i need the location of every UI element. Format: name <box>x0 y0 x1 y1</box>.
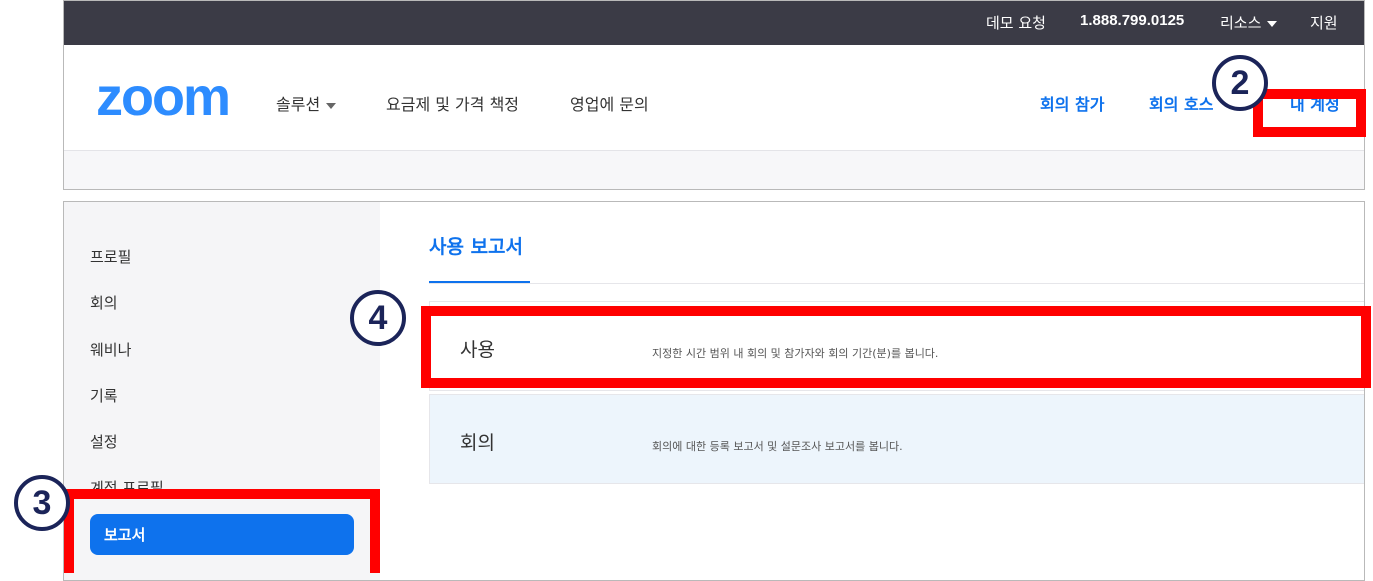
page-title[interactable]: 사용 보고서 <box>429 232 523 259</box>
step-3-badge: 3 <box>14 475 70 531</box>
demo-request-link[interactable]: 데모 요청 <box>986 12 1046 33</box>
phone-number-link[interactable]: 1.888.799.0125 <box>1080 12 1184 29</box>
contact-sales-link[interactable]: 영업에 문의 <box>570 91 649 115</box>
sidebar-item-settings[interactable]: 설정 <box>90 431 118 452</box>
resources-menu[interactable]: 리소스 <box>1220 12 1278 33</box>
highlight-box-usage <box>421 306 1371 388</box>
top-utility-bar: 데모 요청 1.888.799.0125 리소스 지원 <box>64 1 1364 45</box>
solutions-label: 솔루션 <box>276 95 321 114</box>
pricing-link[interactable]: 요금제 및 가격 책정 <box>386 91 519 115</box>
meeting-report-row[interactable]: 회의 회의에 대한 등록 보고서 및 설문조사 보고서를 봅니다. <box>429 394 1364 484</box>
zoom-header-frame: 데모 요청 1.888.799.0125 리소스 지원 zoom 솔루션 요금제… <box>63 0 1365 190</box>
support-link[interactable]: 지원 <box>1310 12 1338 33</box>
tab-divider <box>429 283 1364 284</box>
sidebar-item-meetings[interactable]: 회의 <box>90 292 118 313</box>
highlight-box-my-account <box>1253 89 1366 137</box>
solutions-menu[interactable]: 솔루션 <box>276 91 337 115</box>
meeting-report-description: 회의에 대한 등록 보고서 및 설문조사 보고서를 봅니다. <box>652 440 903 453</box>
highlight-box-reports <box>64 489 380 573</box>
main-navbar: zoom 솔루션 요금제 및 가격 책정 영업에 문의 회의 참가 회의 호스 … <box>64 45 1364 151</box>
host-meeting-link[interactable]: 회의 호스 <box>1149 91 1213 115</box>
step-2-badge: 2 <box>1212 55 1268 111</box>
meeting-report-name[interactable]: 회의 <box>460 428 495 455</box>
zoom-logo[interactable]: zoom <box>96 70 231 124</box>
sidebar-item-webinars[interactable]: 웨비나 <box>90 339 131 360</box>
sidebar-item-recordings[interactable]: 기록 <box>90 385 118 406</box>
sidebar-item-profile[interactable]: 프로필 <box>90 246 131 267</box>
chevron-down-icon <box>326 102 337 109</box>
chevron-down-icon <box>1267 20 1278 27</box>
join-meeting-link[interactable]: 회의 참가 <box>1040 91 1104 115</box>
step-4-badge: 4 <box>350 290 406 346</box>
resources-label: 리소스 <box>1220 14 1262 32</box>
